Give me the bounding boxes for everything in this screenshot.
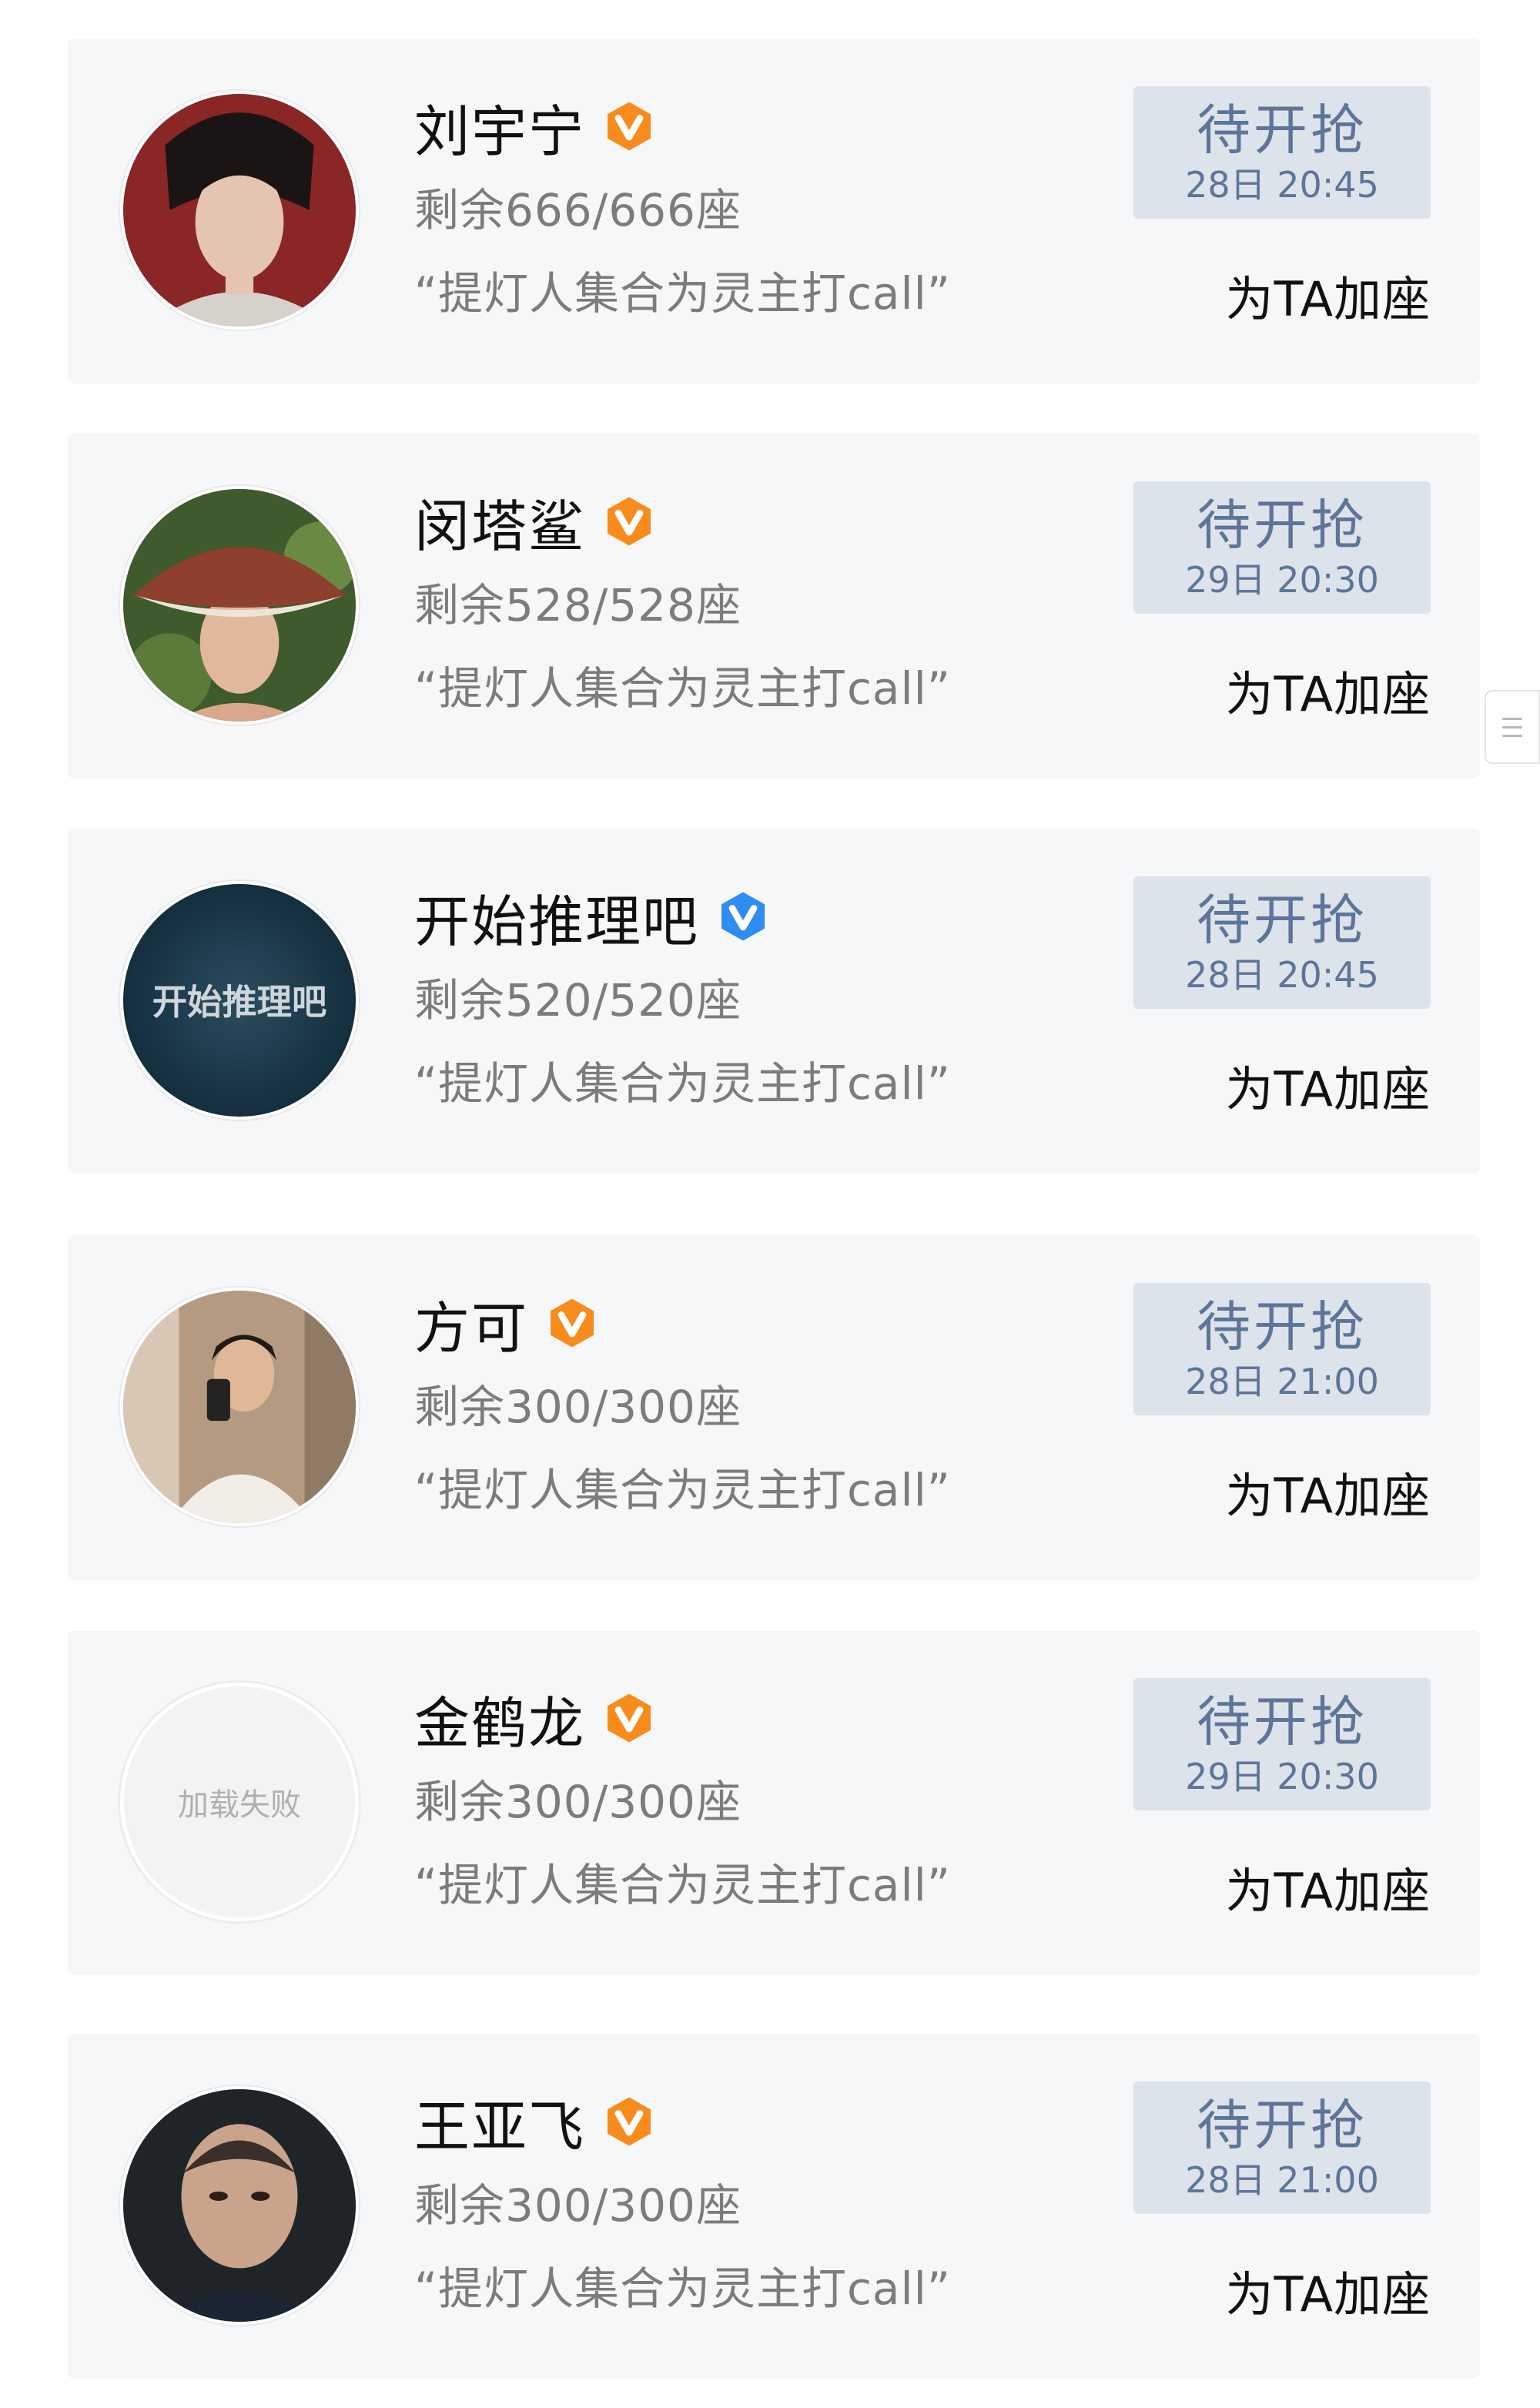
remaining-seats: 剩余300/300座 (414, 1776, 742, 1828)
slogan-text: “提灯人集合为灵主打call” (414, 267, 951, 320)
name-row: 开始推理吧 (414, 879, 770, 954)
pending-grab-button[interactable]: 待开抢 28日 20:45 (1133, 876, 1431, 1009)
grab-button-time: 29日 20:30 (1185, 1756, 1379, 1797)
handle-line-icon (1502, 717, 1522, 720)
list-item[interactable]: 方可 剩余300/300座 “提灯人集合为灵主打call” 待开抢 28日 21… (68, 1235, 1480, 1580)
grab-button-label: 待开抢 (1197, 2094, 1368, 2157)
grab-button-time: 28日 21:00 (1185, 2159, 1379, 2201)
user-name: 方可 (414, 1295, 529, 1361)
slogan-text: “提灯人集合为灵主打call” (414, 1859, 951, 1911)
user-name: 金鹤龙 (414, 1690, 586, 1756)
remaining-seats: 剩余520/520座 (414, 974, 742, 1026)
grab-button-label: 待开抢 (1197, 99, 1368, 162)
floating-scroll-handle[interactable] (1485, 690, 1540, 764)
slogan-text: “提灯人集合为灵主打call” (414, 2262, 951, 2315)
grab-button-label: 待开抢 (1197, 1690, 1368, 1753)
name-row: 金鹤龙 (414, 1681, 656, 1756)
slogan-text: “提灯人集合为灵主打call” (414, 1464, 951, 1516)
user-name: 刘宇宁 (414, 99, 586, 164)
name-row: 方可 (414, 1286, 599, 1361)
slogan-text: “提灯人集合为灵主打call” (414, 662, 951, 715)
name-row: 闵塔鲨 (414, 484, 656, 559)
pending-grab-button[interactable]: 待开抢 28日 21:00 (1133, 1283, 1431, 1415)
list-item[interactable]: 刘宇宁 剩余666/666座 “提灯人集合为灵主打call” 待开抢 28日 2… (68, 39, 1480, 383)
portrait-avatar (123, 489, 356, 722)
list-item[interactable]: 开始推理吧 开始推理吧 剩余520/520座 “提灯人集合为灵主打call” 待… (68, 829, 1480, 1174)
avatar-logo-text: 开始推理吧 (152, 982, 327, 1023)
verified-v-icon (716, 889, 770, 943)
verified-v-icon (602, 99, 656, 153)
pending-grab-button[interactable]: 待开抢 28日 21:00 (1133, 2081, 1431, 2214)
avatar[interactable] (120, 486, 359, 725)
add-seat-link[interactable]: 为TA加座 (1226, 1852, 1431, 1921)
name-row: 刘宇宁 (414, 89, 656, 164)
portrait-avatar (123, 1291, 356, 1523)
add-seat-link[interactable]: 为TA加座 (1226, 1050, 1431, 1120)
grab-button-time: 28日 20:45 (1185, 164, 1379, 206)
avatar[interactable] (120, 2086, 359, 2325)
grab-button-label: 待开抢 (1197, 1295, 1368, 1358)
avatar[interactable]: 加载失败 (120, 1683, 359, 1921)
remaining-seats: 剩余528/528座 (414, 579, 742, 631)
remaining-seats: 剩余300/300座 (414, 1381, 742, 1433)
remaining-seats: 剩余300/300座 (414, 2179, 742, 2232)
add-seat-link[interactable]: 为TA加座 (1226, 2256, 1431, 2325)
handle-line-icon (1502, 734, 1522, 737)
slogan-text: “提灯人集合为灵主打call” (414, 1057, 951, 1110)
logo-avatar: 开始推理吧 (123, 884, 356, 1117)
grab-button-time: 28日 20:45 (1185, 954, 1379, 996)
list-item[interactable]: 王亚飞 剩余300/300座 “提灯人集合为灵主打call” 待开抢 28日 2… (68, 2034, 1480, 2379)
avatar[interactable] (120, 91, 359, 330)
grab-button-label: 待开抢 (1197, 889, 1368, 952)
grab-button-time: 29日 20:30 (1185, 559, 1379, 601)
user-name: 开始推理吧 (414, 889, 700, 954)
verified-v-icon (602, 2095, 656, 2148)
pending-grab-button[interactable]: 待开抢 29日 20:30 (1133, 1678, 1431, 1810)
portrait-avatar (123, 2089, 356, 2322)
add-seat-link[interactable]: 为TA加座 (1226, 1457, 1431, 1526)
portrait-avatar (123, 94, 356, 327)
verified-v-icon (602, 1691, 656, 1745)
handle-line-icon (1502, 725, 1522, 728)
verified-v-icon (602, 494, 656, 548)
grab-button-label: 待开抢 (1197, 494, 1368, 557)
user-name: 闵塔鲨 (414, 494, 586, 559)
avatar[interactable] (120, 1288, 359, 1526)
remaining-seats: 剩余666/666座 (414, 184, 742, 236)
grab-button-time: 28日 21:00 (1185, 1361, 1379, 1402)
list-item[interactable]: 加载失败 金鹤龙 剩余300/300座 “提灯人集合为灵主打call” 待开抢 … (68, 1630, 1480, 1975)
pending-grab-button[interactable]: 待开抢 29日 20:30 (1133, 481, 1431, 614)
verified-v-icon (545, 1296, 599, 1350)
list-item[interactable]: 闵塔鲨 剩余528/528座 “提灯人集合为灵主打call” 待开抢 29日 2… (68, 434, 1480, 779)
pending-grab-button[interactable]: 待开抢 28日 20:45 (1133, 86, 1431, 219)
add-seat-link[interactable]: 为TA加座 (1226, 655, 1431, 725)
avatar-load-failed-text: 加载失败 (124, 1686, 355, 1917)
add-seat-link[interactable]: 为TA加座 (1226, 260, 1431, 330)
name-row: 王亚飞 (414, 2085, 656, 2159)
avatar[interactable]: 开始推理吧 (120, 881, 359, 1120)
user-name: 王亚飞 (414, 2094, 586, 2159)
seat-list: 刘宇宁 剩余666/666座 “提灯人集合为灵主打call” 待开抢 28日 2… (0, 0, 1540, 2408)
